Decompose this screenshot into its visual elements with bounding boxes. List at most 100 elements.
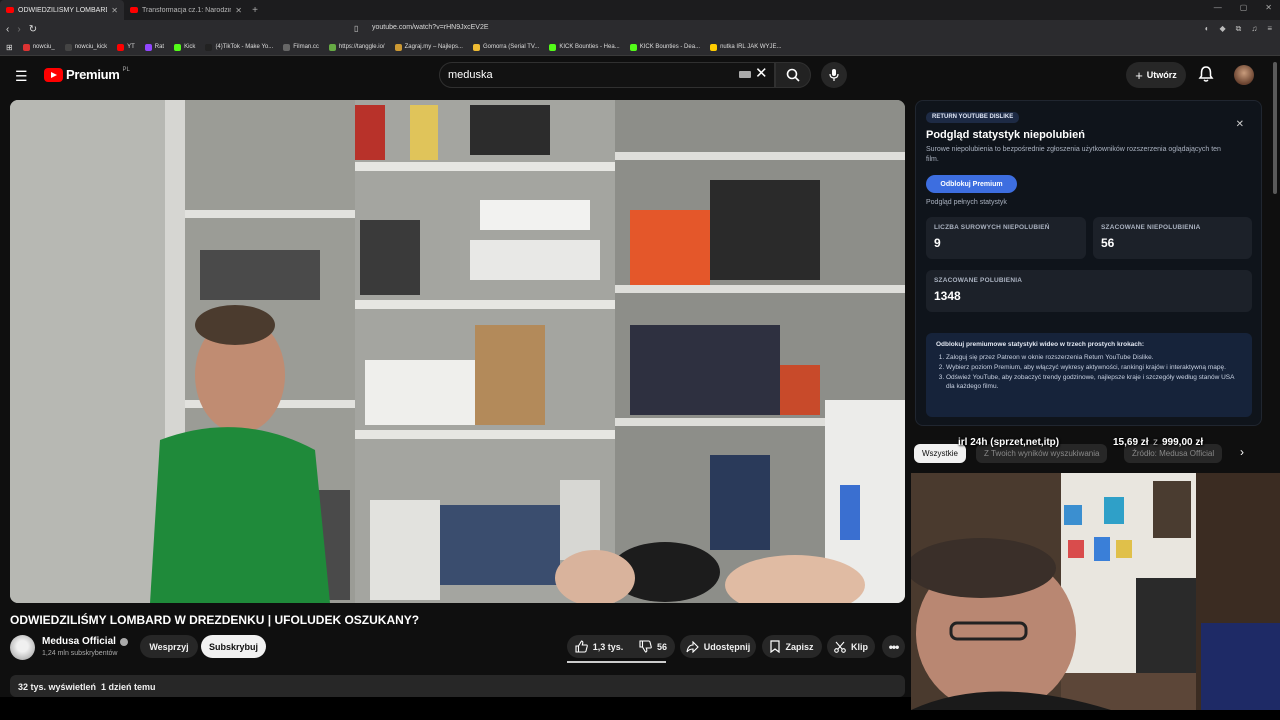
full-stats-link[interactable]: Podgląd pełnych statystyk xyxy=(926,199,1007,206)
support-button[interactable]: Wesprzyj xyxy=(140,635,198,658)
bookmark-item[interactable]: nowciu_ xyxy=(22,43,55,51)
search-input[interactable] xyxy=(448,69,728,81)
channel-name[interactable]: Medusa Official xyxy=(42,636,116,647)
channel-name-row[interactable]: Medusa Official xyxy=(42,636,128,647)
chevron-right-icon[interactable]: › xyxy=(1240,445,1244,459)
account-avatar[interactable] xyxy=(1234,65,1254,85)
share-icon xyxy=(686,640,699,653)
stream-goal-current: 15,69 zł xyxy=(1113,437,1149,448)
apps-grid-icon[interactable]: ⊞ xyxy=(6,43,13,52)
notifications-button[interactable] xyxy=(1198,65,1214,88)
music-icon[interactable]: ♫ xyxy=(1251,24,1257,34)
scissors-icon xyxy=(834,641,846,653)
bookmark-item[interactable]: Kick xyxy=(174,43,195,51)
bookmark-item[interactable]: Gomorra (Serial TV... xyxy=(472,43,539,51)
puzzle-icon[interactable]: ⧉ xyxy=(1236,24,1242,34)
stat-estimated-dislikes: SZACOWANE NIEPOLUBIENIA 56 xyxy=(1093,217,1252,259)
browser-tab-active[interactable]: ODWIEDZILIŚMY LOMBARD ✕ xyxy=(0,0,124,20)
scrollbar-thumb[interactable] xyxy=(1273,62,1277,194)
unlock-premium-button[interactable]: Odblokuj Premium xyxy=(926,175,1017,193)
ryd-stats-panel: RETURN YOUTUBE DISLIKE ✕ Podgląd statyst… xyxy=(915,100,1262,426)
premium-steps-list: Zaloguj się przez Patreon w oknie rozsze… xyxy=(936,353,1242,391)
clip-button[interactable]: Klip xyxy=(827,635,875,658)
bookmark-item[interactable]: Zagraj.my – Najleps... xyxy=(394,43,463,51)
like-button[interactable]: 1,3 tys. xyxy=(567,635,631,658)
description-box[interactable]: 32 tys. wyświetleń 1 dzień temu xyxy=(10,675,905,697)
bookmark-item[interactable]: nutka IRL JAK WYJE... xyxy=(710,43,782,51)
bookmark-favicon-icon xyxy=(117,43,125,51)
forward-icon[interactable]: › xyxy=(17,24,20,35)
close-tab-icon[interactable]: ✕ xyxy=(235,6,242,15)
video-frame xyxy=(10,100,905,603)
bookmark-item[interactable]: nowciu_kick xyxy=(64,43,107,51)
window-controls: — ▢ ✕ xyxy=(1214,3,1272,12)
new-tab-button[interactable]: + xyxy=(248,5,262,16)
video-title: ODWIEDZILIŚMY LOMBARD W DREZDENKU | UFOL… xyxy=(10,613,420,627)
extension-icon[interactable]: ◆ xyxy=(1219,24,1225,34)
bookmark-favicon-icon xyxy=(205,43,213,51)
extension-icons: ◐ ◆ ⧉ ♫ ≡ xyxy=(1205,24,1272,34)
maximize-icon[interactable]: ▢ xyxy=(1240,3,1248,12)
create-button[interactable]: + Utwórz xyxy=(1126,62,1186,88)
premium-step: Odśwież YouTube, aby zobaczyć trendy god… xyxy=(946,373,1242,391)
views-and-date: 32 tys. wyświetleń 1 dzień temu xyxy=(18,682,156,692)
bookmark-item[interactable]: KICK Bounties - Dea... xyxy=(629,43,700,51)
like-ratio-bar xyxy=(567,661,666,663)
close-tab-icon[interactable]: ✕ xyxy=(111,6,118,15)
youtube-premium-logo[interactable]: Premium PL xyxy=(44,67,130,82)
back-icon[interactable]: ‹ xyxy=(6,24,9,35)
subscribe-button[interactable]: Subskrybuj xyxy=(201,635,266,658)
bookmark-favicon-icon xyxy=(22,43,30,51)
thumbs-up-icon xyxy=(575,640,588,653)
reload-icon[interactable]: ↻ xyxy=(29,24,37,35)
bookmark-favicon-icon xyxy=(394,43,402,51)
ryd-badge: RETURN YOUTUBE DISLIKE xyxy=(926,112,1020,123)
tab-title: Transformacja cz.1: Narodziny Solid xyxy=(142,6,232,14)
bookmark-item[interactable]: https://tanggle.io/ xyxy=(328,43,385,51)
stream-goal-separator: z xyxy=(1153,437,1158,448)
voice-search-button[interactable] xyxy=(821,62,847,88)
verified-icon xyxy=(119,637,128,646)
ryd-subtitle: Surowe niepolubienia to bezpośrednie zgł… xyxy=(926,146,1221,163)
video-player[interactable] xyxy=(10,100,905,603)
bookmark-icon[interactable]: ▯ xyxy=(354,24,358,33)
channel-avatar[interactable] xyxy=(10,635,35,660)
save-button[interactable]: Zapisz xyxy=(762,635,822,658)
youtube-header: ☰ Premium PL xyxy=(0,56,1270,94)
bookmark-favicon-icon xyxy=(174,43,182,51)
keyboard-icon[interactable] xyxy=(739,71,751,78)
url-field[interactable]: youtube.com/watch?v=rHN9JxcEV2E xyxy=(372,24,489,31)
bookmark-favicon-icon xyxy=(144,43,152,51)
bookmark-item[interactable]: KICK Bounties - Hea... xyxy=(549,43,620,51)
menu-icon[interactable]: ≡ xyxy=(1267,24,1272,34)
close-icon[interactable]: ✕ xyxy=(1236,119,1244,130)
bell-icon xyxy=(1198,66,1214,82)
more-dots-icon: ••• xyxy=(888,639,900,654)
more-actions-button[interactable]: ••• xyxy=(882,635,905,658)
premium-info-heading: Odblokuj premiumowe statystyki wideo w t… xyxy=(936,341,1145,348)
hamburger-menu-icon[interactable]: ☰ xyxy=(15,68,28,85)
bookmark-item[interactable]: Rat xyxy=(144,43,164,51)
bookmark-item[interactable]: YT xyxy=(117,43,135,51)
youtube-favicon-icon xyxy=(6,7,14,13)
extension-icon[interactable]: ◐ xyxy=(1205,24,1210,34)
share-button[interactable]: Udostępnij xyxy=(680,635,756,658)
bookmark-item[interactable]: (4)TikTok - Make Yo... xyxy=(205,43,273,51)
browser-tab[interactable]: Transformacja cz.1: Narodziny Solid ✕ xyxy=(124,0,248,20)
youtube-favicon-icon xyxy=(130,7,138,13)
bookmark-favicon-icon xyxy=(629,43,637,51)
minimize-icon[interactable]: — xyxy=(1214,3,1222,12)
clear-search-icon[interactable]: ✕ xyxy=(755,64,768,82)
streamer-webcam xyxy=(911,473,1280,710)
stream-goal-target: 999,00 zł xyxy=(1162,437,1204,448)
bookmark-save-icon xyxy=(770,640,781,653)
search-button[interactable] xyxy=(775,62,811,88)
dislike-button[interactable]: 56 xyxy=(631,635,675,658)
thumbs-down-icon xyxy=(639,640,652,653)
bookmark-favicon-icon xyxy=(328,43,336,51)
youtube-play-icon xyxy=(44,67,63,82)
microphone-icon xyxy=(829,69,839,81)
bookmarks-bar: ⊞ nowciu_ nowciu_kick YT Rat Kick (4)Tik… xyxy=(0,39,1280,56)
bookmark-item[interactable]: Filman.cc xyxy=(283,43,319,51)
close-window-icon[interactable]: ✕ xyxy=(1265,3,1272,12)
